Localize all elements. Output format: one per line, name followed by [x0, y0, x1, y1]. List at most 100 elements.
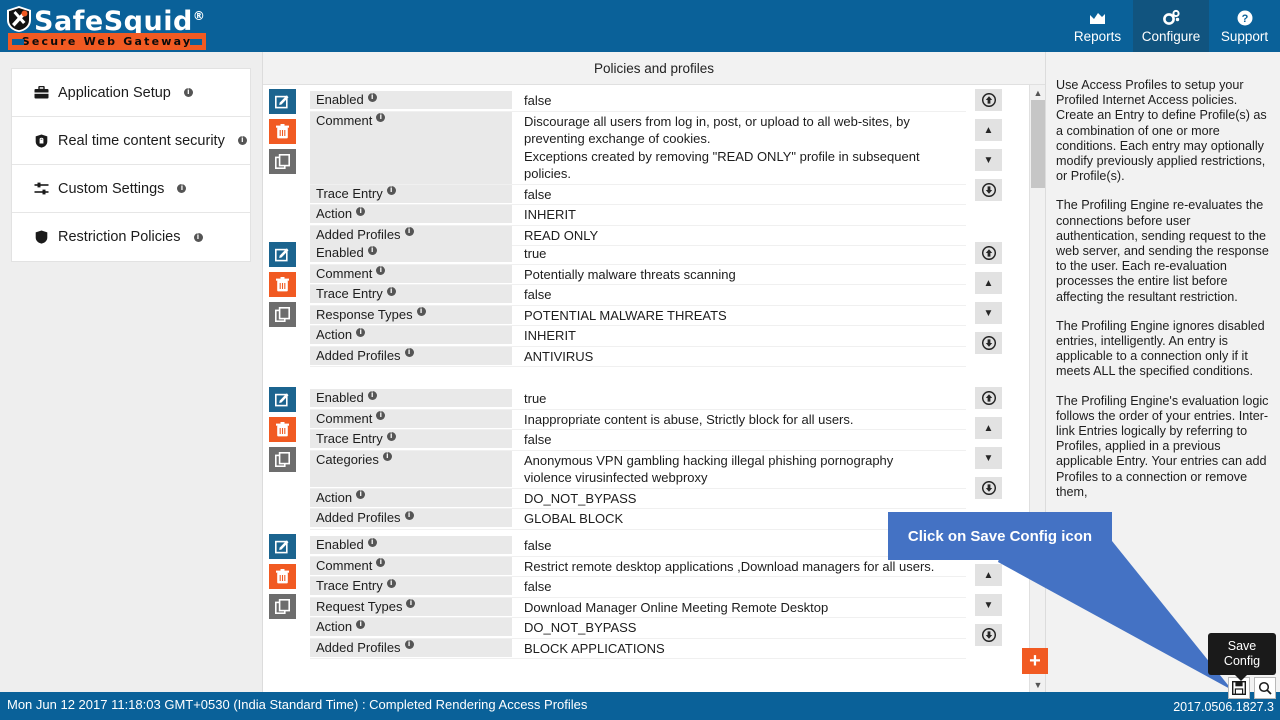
move-up-button[interactable]: ▲	[975, 272, 1002, 294]
brand-logo[interactable]: SafeSquid® Secure Web Gateway	[6, 0, 206, 50]
info-icon[interactable]: i	[368, 246, 377, 255]
move-down-button[interactable]: ▼	[975, 302, 1002, 324]
tagline-cap-right	[190, 39, 202, 45]
entry-field-row: Trace Entryifalse	[310, 285, 966, 306]
edit-entry-button[interactable]	[269, 387, 296, 412]
info-icon[interactable]: i	[387, 287, 396, 296]
copy-entry-button[interactable]	[269, 447, 296, 472]
field-label: Actioni	[310, 205, 512, 223]
save-tooltip-line1: Save	[1228, 639, 1257, 654]
info-icon[interactable]: i	[387, 432, 396, 441]
info-icon[interactable]: i	[405, 640, 414, 649]
left-sidebar: Application Setup i Real time content se…	[0, 52, 262, 692]
copy-entry-button[interactable]	[269, 302, 296, 327]
move-up-button[interactable]: ▲	[975, 417, 1002, 439]
info-icon[interactable]: i	[356, 490, 365, 499]
move-bottom-button[interactable]	[975, 179, 1002, 201]
delete-entry-button[interactable]	[269, 119, 296, 144]
entries-scroll-area[interactable]: EnabledifalseCommentiDiscourage all user…	[263, 85, 1045, 692]
info-icon[interactable]: i	[177, 184, 186, 193]
vertical-scrollbar[interactable]: ▲ ▼	[1029, 85, 1045, 692]
move-up-button[interactable]: ▲	[975, 119, 1002, 141]
sidebar-label-application-setup: Application Setup	[58, 85, 171, 101]
entry-field-row: Trace Entryifalse	[310, 430, 966, 451]
sidebar-item-restriction-policies[interactable]: Restriction Policies i	[12, 213, 250, 261]
entry-field-row: CommentiDiscourage all users from log in…	[310, 112, 966, 185]
info-icon[interactable]: i	[356, 620, 365, 629]
entry-field-row: Enableditrue	[310, 244, 966, 265]
move-top-button[interactable]	[975, 242, 1002, 264]
scroll-down-arrow[interactable]: ▼	[1030, 677, 1045, 692]
field-value: true	[512, 244, 966, 264]
info-icon[interactable]: i	[368, 93, 377, 102]
field-value: Discourage all users from log in, post, …	[512, 112, 966, 184]
field-value: false	[512, 91, 966, 111]
nav-item-support[interactable]: ? Support	[1209, 0, 1280, 52]
entry-field-row: CategoriesiAnonymous VPN gambling hackin…	[310, 451, 966, 489]
info-icon[interactable]: i	[387, 579, 396, 588]
field-label: Enabledi	[310, 536, 512, 554]
add-entry-button[interactable]: +	[1022, 648, 1048, 674]
move-bottom-button[interactable]	[975, 332, 1002, 354]
info-icon[interactable]: i	[405, 348, 414, 357]
chart-icon	[1089, 9, 1106, 27]
info-icon[interactable]: i	[405, 227, 414, 236]
delete-entry-button[interactable]	[269, 564, 296, 589]
info-icon[interactable]: i	[387, 186, 396, 195]
entry-field-row: Added ProfilesiANTIVIRUS	[310, 347, 966, 368]
edit-entry-button[interactable]	[269, 242, 296, 267]
entry-field-row: ActioniDO_NOT_BYPASS	[310, 618, 966, 639]
nav-item-reports[interactable]: Reports	[1062, 0, 1133, 52]
info-icon[interactable]: i	[383, 452, 392, 461]
info-icon[interactable]: i	[406, 599, 415, 608]
help-paragraph: The Profiling Engine re-evaluates the co…	[1056, 198, 1274, 304]
entry-field-row: Trace Entryifalse	[310, 185, 966, 206]
copy-entry-button[interactable]	[269, 149, 296, 174]
entry-field-row: ActioniDO_NOT_BYPASS	[310, 489, 966, 510]
nav-item-configure[interactable]: Configure	[1133, 0, 1209, 52]
info-icon[interactable]: i	[194, 233, 203, 242]
field-label: Categoriesi	[310, 451, 512, 487]
move-bottom-button[interactable]	[975, 624, 1002, 646]
info-icon[interactable]: i	[238, 136, 247, 145]
move-bottom-button[interactable]	[975, 477, 1002, 499]
sidebar-item-real-time-content-security[interactable]: Real time content security i	[12, 117, 250, 165]
move-top-button[interactable]	[975, 387, 1002, 409]
nav-label-reports: Reports	[1074, 29, 1121, 44]
nav-label-configure: Configure	[1142, 29, 1201, 44]
move-down-button[interactable]: ▼	[975, 594, 1002, 616]
gears-icon	[1162, 9, 1181, 27]
edit-entry-button[interactable]	[269, 534, 296, 559]
delete-entry-button[interactable]	[269, 272, 296, 297]
info-icon[interactable]: i	[405, 511, 414, 520]
move-top-button[interactable]	[975, 89, 1002, 111]
field-label: Commenti	[310, 265, 512, 283]
info-icon[interactable]: i	[356, 328, 365, 337]
entry-field-row: ActioniINHERIT	[310, 326, 966, 347]
info-icon[interactable]: i	[184, 88, 193, 97]
entry-field-row: ActioniINHERIT	[310, 205, 966, 226]
move-up-button[interactable]: ▲	[975, 564, 1002, 586]
info-icon[interactable]: i	[376, 266, 385, 275]
info-icon[interactable]: i	[368, 538, 377, 547]
scroll-up-arrow[interactable]: ▲	[1030, 85, 1045, 100]
info-icon[interactable]: i	[376, 558, 385, 567]
edit-entry-button[interactable]	[269, 89, 296, 114]
field-value: DO_NOT_BYPASS	[512, 618, 966, 638]
info-icon[interactable]: i	[376, 411, 385, 420]
info-icon[interactable]: i	[368, 391, 377, 400]
info-icon[interactable]: i	[417, 307, 426, 316]
sidebar-menu: Application Setup i Real time content se…	[11, 68, 251, 262]
sidebar-item-application-setup[interactable]: Application Setup i	[12, 69, 250, 117]
brand-logo-row: SafeSquid®	[6, 2, 205, 36]
search-icon[interactable]	[1254, 677, 1276, 699]
field-label: Commenti	[310, 557, 512, 575]
info-icon[interactable]: i	[356, 207, 365, 216]
sidebar-item-custom-settings[interactable]: Custom Settings i	[12, 165, 250, 213]
scrollbar-thumb[interactable]	[1031, 100, 1045, 188]
delete-entry-button[interactable]	[269, 417, 296, 442]
copy-entry-button[interactable]	[269, 594, 296, 619]
info-icon[interactable]: i	[376, 113, 385, 122]
move-down-button[interactable]: ▼	[975, 149, 1002, 171]
move-down-button[interactable]: ▼	[975, 447, 1002, 469]
